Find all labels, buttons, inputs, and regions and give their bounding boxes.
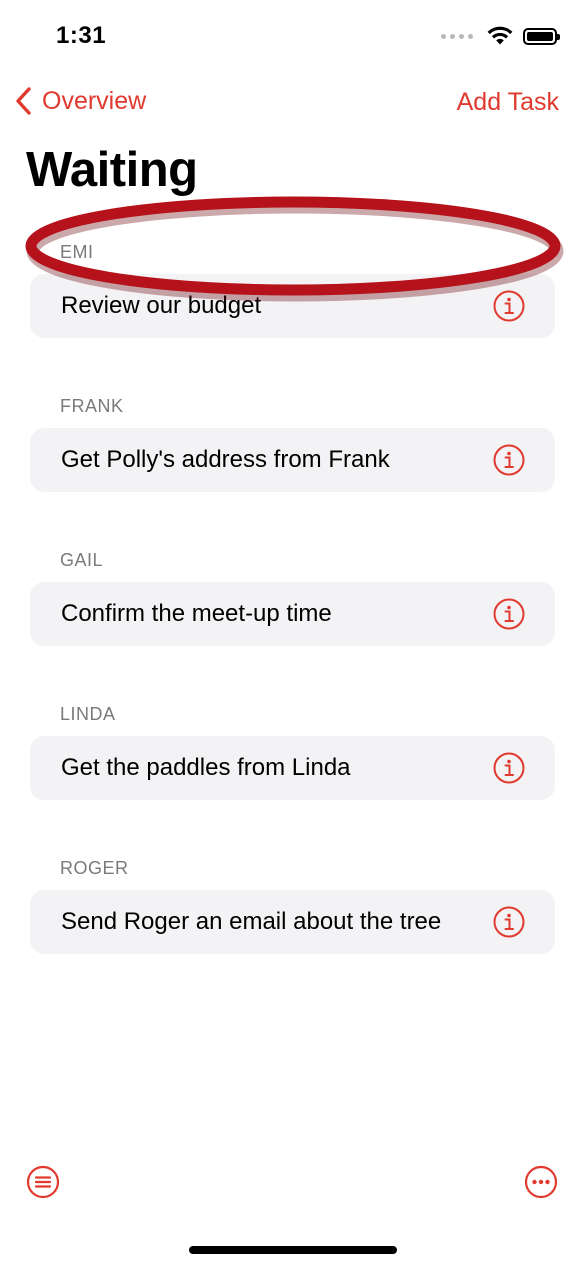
info-icon[interactable] bbox=[493, 598, 525, 630]
section-emi: EMI Review our budget bbox=[30, 236, 555, 390]
task-title: Confirm the meet-up time bbox=[61, 600, 332, 627]
chevron-left-icon bbox=[16, 87, 31, 115]
section-header: ROGER bbox=[60, 858, 129, 878]
task-title: Review our budget bbox=[61, 292, 262, 319]
task-title: Get the paddles from Linda bbox=[61, 754, 351, 781]
task-row[interactable]: Send Roger an email about the tree bbox=[30, 890, 555, 954]
section-gail: GAIL Confirm the meet-up time bbox=[30, 544, 555, 698]
task-row[interactable]: Get Polly's address from Frank bbox=[30, 428, 555, 492]
signal-dots-icon bbox=[441, 33, 473, 39]
wifi-icon bbox=[487, 26, 513, 45]
task-sections: EMI Review our budget FRANK Get Polly's … bbox=[30, 236, 555, 1006]
task-row[interactable]: Confirm the meet-up time bbox=[30, 582, 555, 646]
info-icon[interactable] bbox=[493, 752, 525, 784]
section-header: EMI bbox=[60, 242, 94, 262]
screen: 1:31 Overview Add Task Waiting EMI Revie… bbox=[0, 0, 585, 1266]
task-row[interactable]: Get the paddles from Linda bbox=[30, 736, 555, 800]
page-title: Waiting bbox=[26, 143, 198, 197]
back-label: Overview bbox=[42, 86, 147, 115]
info-icon[interactable] bbox=[493, 444, 525, 476]
home-indicator[interactable] bbox=[189, 1246, 397, 1254]
status-time: 1:31 bbox=[56, 22, 107, 49]
status-icons bbox=[441, 26, 560, 46]
section-header: FRANK bbox=[60, 396, 124, 416]
task-title: Send Roger an email about the tree bbox=[61, 908, 442, 935]
battery-icon bbox=[523, 27, 560, 45]
add-task-button[interactable]: Add Task bbox=[457, 88, 559, 117]
list-icon[interactable] bbox=[26, 1165, 60, 1199]
section-header: GAIL bbox=[60, 550, 104, 570]
section-frank: FRANK Get Polly's address from Frank bbox=[30, 390, 555, 544]
info-icon[interactable] bbox=[493, 290, 525, 322]
info-icon[interactable] bbox=[493, 906, 525, 938]
section-linda: LINDA Get the paddles from Linda bbox=[30, 698, 555, 852]
section-roger: ROGER Send Roger an email about the tree bbox=[30, 852, 555, 1006]
task-title: Get Polly's address from Frank bbox=[61, 446, 390, 473]
section-header: LINDA bbox=[60, 704, 116, 724]
back-button[interactable]: Overview bbox=[14, 86, 146, 116]
task-row[interactable]: Review our budget bbox=[30, 274, 555, 338]
status-bar: 1:31 bbox=[0, 0, 585, 76]
more-options-icon[interactable] bbox=[524, 1165, 558, 1199]
